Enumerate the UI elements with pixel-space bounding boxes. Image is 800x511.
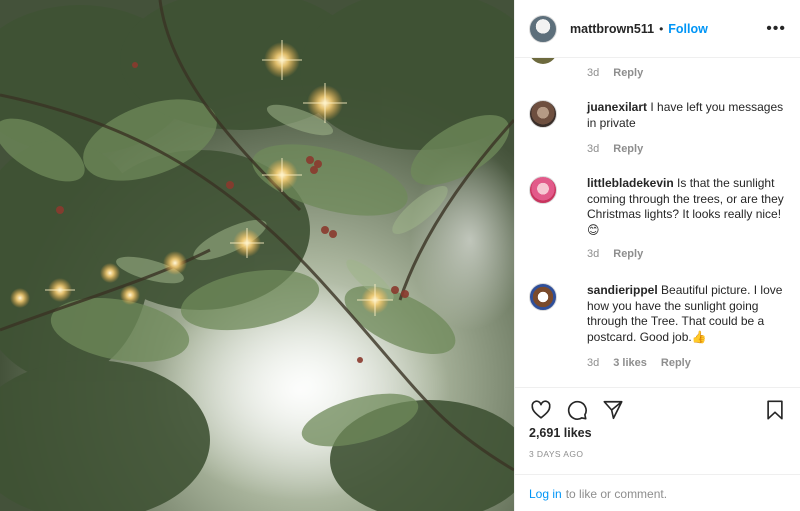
post-header: mattbrown511 • Follow ••• bbox=[515, 0, 800, 58]
commenter-avatar[interactable] bbox=[529, 58, 557, 64]
comment-meta: 3d Reply bbox=[587, 143, 791, 155]
author-avatar[interactable] bbox=[529, 14, 557, 43]
login-link[interactable]: Log in bbox=[529, 487, 562, 501]
post-sidebar: mattbrown511 • Follow ••• 3d Reply juane… bbox=[514, 0, 800, 511]
login-prompt-text: to like or comment. bbox=[565, 486, 668, 501]
comment-likes[interactable]: 3 likes bbox=[613, 357, 647, 369]
post-actions: 2,691 likes 3 DAYS AGO Log in to like or… bbox=[515, 387, 800, 511]
login-prompt: Log in to like or comment. bbox=[515, 474, 800, 511]
commenter-avatar[interactable] bbox=[529, 283, 557, 311]
commenter-username[interactable]: sandierippel bbox=[587, 283, 658, 297]
post-date[interactable]: 3 DAYS AGO bbox=[529, 449, 583, 459]
heart-icon[interactable] bbox=[529, 398, 553, 422]
commenter-username[interactable]: littlebladekevin bbox=[587, 176, 674, 190]
comment-time: 3d bbox=[587, 248, 600, 260]
likes-count[interactable]: 2,691 likes bbox=[529, 426, 592, 440]
thumbs-up-emoji-icon: 👍 bbox=[691, 329, 707, 344]
comments-list[interactable]: 3d Reply juanexilart I have left you mes… bbox=[515, 58, 800, 387]
commenter-username[interactable]: juanexilart bbox=[587, 100, 647, 114]
post-view: mattbrown511 • Follow ••• 3d Reply juane… bbox=[0, 0, 800, 511]
comment-meta: 3d Reply bbox=[587, 67, 643, 79]
share-icon[interactable] bbox=[601, 398, 625, 422]
reply-button[interactable]: Reply bbox=[661, 357, 691, 369]
photo-trees-sunlight bbox=[0, 0, 514, 511]
header-separator: • bbox=[659, 21, 664, 36]
comment-time: 3d bbox=[587, 67, 600, 79]
more-options-icon[interactable]: ••• bbox=[766, 20, 786, 37]
comment-partial: 3d Reply bbox=[529, 58, 787, 88]
reply-button[interactable]: Reply bbox=[613, 248, 643, 260]
comment-time: 3d bbox=[587, 143, 600, 155]
comment-item: littlebladekevin Is that the sunlight co… bbox=[529, 176, 791, 260]
author-username[interactable]: mattbrown511 bbox=[570, 22, 654, 36]
commenter-avatar[interactable] bbox=[529, 100, 557, 128]
comment-item: sandierippel Beautiful picture. I love h… bbox=[529, 283, 791, 369]
post-photo[interactable] bbox=[0, 0, 514, 511]
action-icons bbox=[529, 398, 787, 422]
comment-meta: 3d Reply bbox=[587, 248, 791, 260]
bookmark-icon[interactable] bbox=[763, 398, 787, 422]
comment-item: juanexilart I have left you messages in … bbox=[529, 100, 791, 155]
comment-meta: 3d 3 likes Reply bbox=[587, 357, 791, 369]
comment-text: littlebladekevin Is that the sunlight co… bbox=[587, 176, 791, 238]
commenter-avatar[interactable] bbox=[529, 176, 557, 204]
comment-time: 3d bbox=[587, 357, 600, 369]
comment-icon[interactable] bbox=[565, 398, 589, 422]
comment-text: sandierippel Beautiful picture. I love h… bbox=[587, 283, 791, 345]
follow-button[interactable]: Follow bbox=[668, 22, 708, 36]
comment-text: juanexilart I have left you messages in … bbox=[587, 100, 791, 131]
reply-button[interactable]: Reply bbox=[613, 143, 643, 155]
reply-button[interactable]: Reply bbox=[613, 67, 643, 79]
smile-emoji-icon: 😊 bbox=[587, 222, 600, 237]
